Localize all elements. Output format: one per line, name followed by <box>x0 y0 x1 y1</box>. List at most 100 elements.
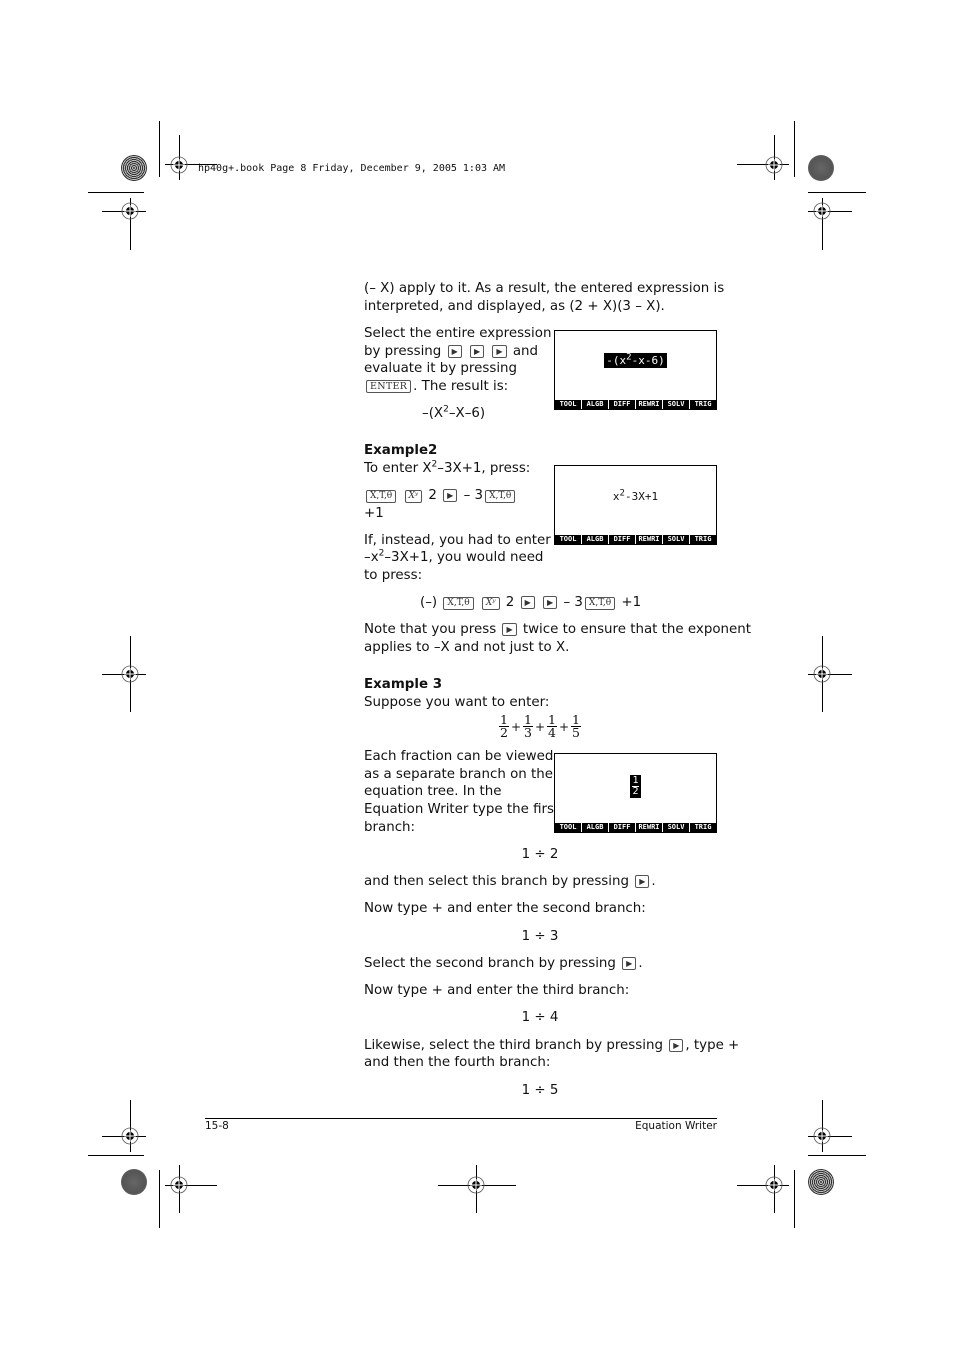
menu-diff[interactable]: DIFF <box>609 823 635 832</box>
fraction: 13 <box>523 713 533 740</box>
instead-line: to press: <box>364 568 423 583</box>
menu-algb[interactable]: ALGB <box>582 823 608 832</box>
text: Note that you press <box>364 622 497 637</box>
select-para-line: Select the entire expression <box>364 326 552 341</box>
menu-solv[interactable]: SOLV <box>663 400 689 409</box>
denominator: 4 <box>548 725 556 740</box>
soft-menu-bar: TOOL ALGB DIFF REWRI SOLV TRIG <box>555 400 716 409</box>
menu-tool[interactable]: TOOL <box>555 400 581 409</box>
menu-algb[interactable]: ALGB <box>582 400 608 409</box>
instruction-line: and then select this branch by pressing … <box>364 873 656 891</box>
crop-line <box>159 121 160 177</box>
registration-target-icon <box>170 156 188 174</box>
fraction: 14 <box>547 713 557 740</box>
instead-line: –x2–3X+1, you would need <box>364 549 543 567</box>
select-para-line: by pressing ▶ ▶ ▶ and <box>364 343 538 361</box>
menu-rewri[interactable]: REWRI <box>636 823 662 832</box>
intro-line: interpreted, and displayed, as (2 + X)(3… <box>364 299 665 314</box>
right-arrow-key-icon: ▶ <box>502 623 517 636</box>
example2-keys-2: (–) X,T,θ Xʸ 2 ▶ ▶ – 3 X,T,θ +1 <box>420 594 641 612</box>
menu-tool[interactable]: TOOL <box>555 535 581 544</box>
text: . The result is: <box>413 379 509 394</box>
text: –(X <box>422 406 444 421</box>
text: Select the second branch by pressing <box>364 956 616 971</box>
menu-rewri[interactable]: REWRI <box>636 400 662 409</box>
screen-expression: -(x2-x-6) <box>555 353 716 368</box>
fraction: 12 <box>499 713 509 739</box>
menu-solv[interactable]: SOLV <box>663 823 689 832</box>
registration-target-icon <box>813 1127 831 1145</box>
instruction-line: and then the fourth branch: <box>364 1055 551 1070</box>
text: . <box>651 874 656 889</box>
right-arrow-key-icon: ▶ <box>469 345 485 358</box>
registration-target-icon <box>467 1176 485 1194</box>
instruction-line: Select the second branch by pressing ▶. <box>364 955 643 973</box>
registration-target-icon <box>170 1176 188 1194</box>
menu-algb[interactable]: ALGB <box>582 535 608 544</box>
crop-line <box>794 1170 795 1228</box>
text: –X–6) <box>448 406 486 421</box>
menu-trig[interactable]: TRIG <box>690 400 716 409</box>
example2-intro: To enter X2–3X+1, press: <box>364 460 530 478</box>
example3-heading: Example 3 <box>364 677 443 692</box>
gray-patch-icon <box>121 1169 147 1195</box>
instruction-line: Now type + and enter the third branch: <box>364 983 630 998</box>
soft-menu-bar: TOOL ALGB DIFF REWRI SOLV TRIG <box>555 535 716 544</box>
example3-para-line: equation tree. In the <box>364 784 502 799</box>
xttheta-key-icon: X,T,θ <box>366 490 397 503</box>
plus-sign: + <box>510 719 522 734</box>
step-expression: 1 ÷ 3 <box>521 929 559 944</box>
step-expression: 1 ÷ 5 <box>521 1083 559 1098</box>
example2-keys: X,T,θ Xʸ 2 ▶ – 3 X,T,θ <box>364 487 517 505</box>
text: +1 <box>621 595 642 610</box>
highlighted-fraction: 12 <box>630 775 641 798</box>
text: by pressing <box>364 344 442 359</box>
menu-solv[interactable]: SOLV <box>663 535 689 544</box>
highlighted-expression: -(x2-x-6) <box>604 353 667 368</box>
denominator: 3 <box>524 725 532 740</box>
menu-diff[interactable]: DIFF <box>609 400 635 409</box>
text: 2 <box>505 595 515 610</box>
soft-menu-bar: TOOL ALGB DIFF REWRI SOLV TRIG <box>555 823 716 832</box>
xttheta-key-icon: X,T,θ <box>584 597 616 610</box>
menu-rewri[interactable]: REWRI <box>636 535 662 544</box>
right-arrow-key-icon: ▶ <box>443 489 458 502</box>
text: . <box>638 956 643 971</box>
right-arrow-key-icon: ▶ <box>669 1039 684 1052</box>
text: 2 <box>428 488 437 503</box>
right-arrow-key-icon: ▶ <box>520 596 535 609</box>
right-arrow-key-icon: ▶ <box>622 957 637 970</box>
plus-sign: + <box>558 719 570 734</box>
menu-trig[interactable]: TRIG <box>690 823 716 832</box>
fraction-sum: 1 2 +1 3 +1 4 +1 5 <box>499 713 581 740</box>
example3-intro: Suppose you want to enter: <box>364 695 550 710</box>
crop-line <box>794 121 795 177</box>
text: – 3 <box>563 595 583 610</box>
text: –3X+1, press: <box>437 461 531 476</box>
note-line: Note that you press ▶ twice to ensure th… <box>364 621 751 639</box>
crop-line <box>808 192 866 193</box>
xttheta-key-icon: X,T,θ <box>485 490 516 503</box>
enter-key-icon: ENTER <box>366 380 412 393</box>
intro-line: (– X) apply to it. As a result, the ente… <box>364 281 725 296</box>
example3-para-line: branch: <box>364 820 416 835</box>
menu-diff[interactable]: DIFF <box>609 535 635 544</box>
text: (–) <box>420 595 438 610</box>
registration-target-icon <box>121 202 139 220</box>
calculator-screen-2: x2-3X+1 TOOL ALGB DIFF REWRI SOLV TRIG <box>554 465 717 545</box>
text: -x-6) <box>631 354 665 367</box>
example2-heading: Example2 <box>364 443 438 458</box>
text: Likewise, select the third branch by pre… <box>364 1038 663 1053</box>
denominator: 2 <box>632 786 639 797</box>
crop-line <box>88 1155 144 1156</box>
menu-tool[interactable]: TOOL <box>555 823 581 832</box>
right-arrow-key-icon: ▶ <box>635 875 650 888</box>
text: –3X+1, you would need <box>384 550 544 565</box>
xy-power-key-icon: Xʸ <box>481 597 500 610</box>
denominator: 5 <box>572 725 580 740</box>
text: and then select this branch by pressing <box>364 874 629 889</box>
calculator-screen-3: 12 TOOL ALGB DIFF REWRI SOLV TRIG <box>554 753 717 833</box>
registration-target-icon <box>813 665 831 683</box>
menu-trig[interactable]: TRIG <box>690 535 716 544</box>
result-expression: –(X2–X–6) <box>422 405 485 423</box>
